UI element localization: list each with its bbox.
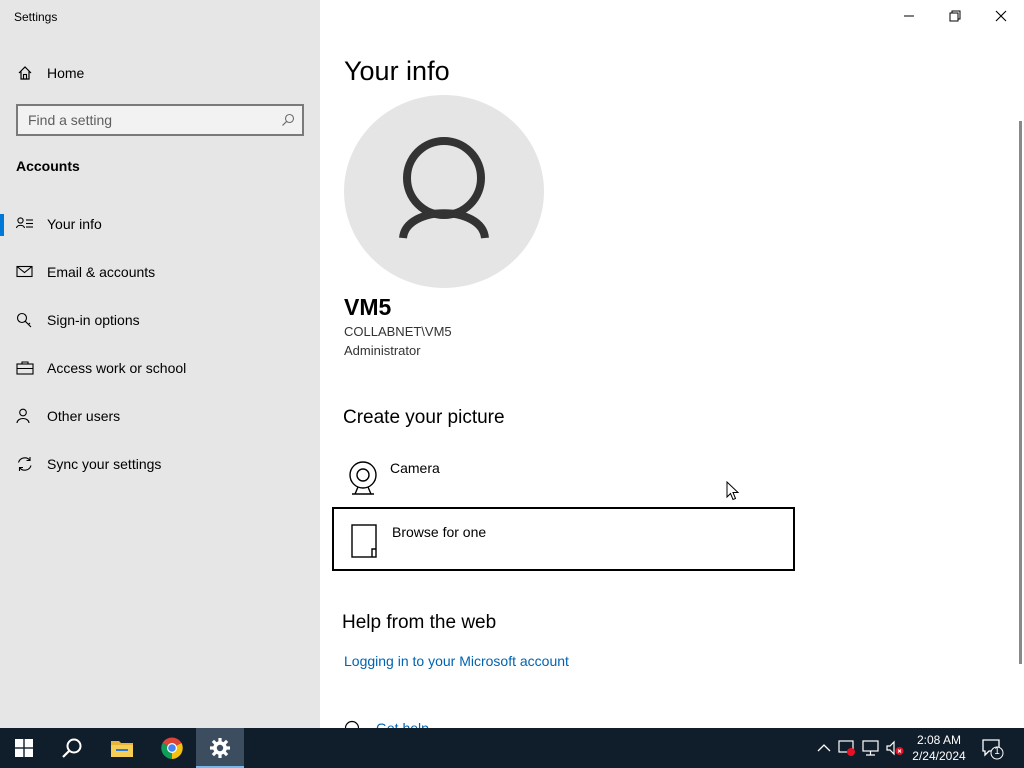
sidebar-item-email-accounts[interactable]: Email & accounts bbox=[0, 252, 320, 292]
help-icon bbox=[344, 720, 360, 728]
notification-icon bbox=[982, 739, 1004, 760]
sidebar: Settings Home Accounts Your info bbox=[0, 0, 320, 728]
network-icon[interactable] bbox=[862, 740, 880, 756]
browse-option-label: Browse for one bbox=[392, 524, 487, 540]
sidebar-item-label: Your info bbox=[47, 216, 102, 232]
avatar bbox=[344, 95, 544, 288]
mouse-cursor-icon bbox=[726, 481, 740, 501]
restore-button[interactable] bbox=[932, 0, 978, 32]
search-input[interactable] bbox=[18, 106, 276, 134]
sidebar-item-your-info[interactable]: Your info bbox=[0, 204, 320, 244]
key-icon bbox=[16, 312, 32, 328]
user-placeholder-icon bbox=[399, 137, 489, 240]
clock-date: 2/24/2024 bbox=[912, 749, 966, 763]
volume-muted-icon[interactable] bbox=[886, 740, 904, 756]
clock[interactable]: 2:08 AM 2/24/2024 bbox=[904, 732, 974, 764]
sidebar-item-sync-settings[interactable]: Sync your settings bbox=[0, 444, 320, 484]
user-name: VM5 bbox=[344, 294, 392, 320]
sidebar-home[interactable]: Home bbox=[0, 58, 320, 88]
sidebar-item-access-work-school[interactable]: Access work or school bbox=[0, 348, 320, 388]
security-icon[interactable] bbox=[838, 740, 856, 756]
start-icon bbox=[15, 739, 33, 757]
main-content: Your info VM5 COLLABNET\VM5 Administrato… bbox=[320, 0, 1024, 728]
user-domain: COLLABNET\VM5 bbox=[344, 324, 452, 339]
app-title: Settings bbox=[14, 10, 58, 24]
chrome-icon bbox=[161, 737, 183, 759]
person-list-icon bbox=[16, 217, 33, 229]
sidebar-item-sign-in-options[interactable]: Sign-in options bbox=[0, 300, 320, 340]
camera-option-label: Camera bbox=[390, 460, 440, 476]
section-title: Accounts bbox=[16, 158, 80, 174]
sync-icon bbox=[17, 457, 32, 471]
help-heading: Help from the web bbox=[342, 612, 497, 633]
sidebar-item-other-users[interactable]: Other users bbox=[0, 396, 320, 436]
notification-count: 1 bbox=[994, 746, 1000, 757]
chevron-up-icon[interactable] bbox=[815, 740, 833, 756]
file-icon bbox=[351, 524, 377, 558]
settings-button[interactable] bbox=[196, 728, 244, 768]
microsoft-account-link[interactable]: Logging in to your Microsoft account bbox=[344, 653, 569, 669]
clock-time: 2:08 AM bbox=[916, 733, 962, 747]
taskbar: 2:08 AM 2/24/2024 1 bbox=[0, 728, 1024, 768]
get-help-row[interactable]: Get help bbox=[344, 718, 544, 728]
action-center-button[interactable]: 1 bbox=[980, 736, 1004, 760]
search-icon bbox=[62, 738, 82, 758]
close-icon bbox=[995, 10, 1007, 22]
minimize-button[interactable] bbox=[886, 0, 932, 32]
file-explorer-button[interactable] bbox=[98, 728, 146, 768]
restore-icon bbox=[949, 10, 961, 22]
person-icon bbox=[16, 408, 30, 424]
create-picture-heading: Create your picture bbox=[343, 407, 505, 428]
sidebar-item-label: Access work or school bbox=[47, 360, 187, 376]
selection-indicator bbox=[0, 214, 4, 236]
browse-option[interactable]: Browse for one bbox=[332, 507, 795, 571]
minimize-icon bbox=[904, 15, 914, 17]
sidebar-item-label: Other users bbox=[47, 408, 121, 424]
sidebar-item-label: Email & accounts bbox=[47, 264, 156, 280]
user-role: Administrator bbox=[344, 343, 421, 358]
start-button[interactable] bbox=[0, 728, 48, 768]
sidebar-item-label: Sync your settings bbox=[47, 456, 162, 472]
taskbar-search-button[interactable] bbox=[48, 728, 96, 768]
chrome-button[interactable] bbox=[148, 728, 196, 768]
briefcase-icon bbox=[16, 361, 34, 375]
mail-icon bbox=[16, 265, 33, 278]
home-icon bbox=[18, 66, 32, 80]
camera-icon bbox=[349, 461, 377, 495]
sidebar-item-label: Sign-in options bbox=[47, 312, 140, 328]
file-explorer-icon bbox=[111, 741, 133, 757]
page-title: Your info bbox=[344, 56, 450, 86]
search-box[interactable] bbox=[16, 104, 304, 136]
settings-icon bbox=[210, 738, 230, 758]
search-icon[interactable] bbox=[281, 113, 295, 127]
close-button[interactable] bbox=[978, 0, 1024, 32]
get-help-link[interactable]: Get help bbox=[376, 720, 429, 728]
scrollbar[interactable] bbox=[1019, 121, 1022, 664]
sidebar-home-label: Home bbox=[47, 65, 85, 81]
